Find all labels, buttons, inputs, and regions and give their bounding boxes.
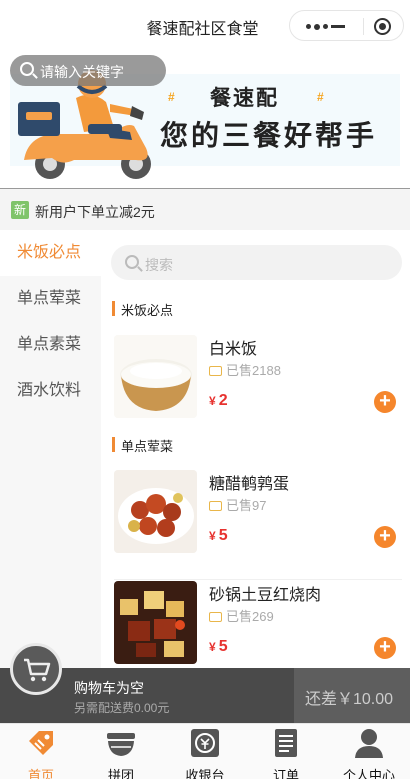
sidebar-item-rice[interactable]: 米饭必点 — [0, 230, 101, 276]
dish-price: ¥5 — [209, 527, 228, 544]
section-title: 单点荤菜 — [112, 436, 173, 455]
dish-photo-rice — [114, 335, 197, 418]
new-user-badge: 新 — [11, 201, 29, 219]
menu-search-input[interactable]: 搜索 — [111, 245, 402, 280]
dish-sold-count: 已售269 — [209, 606, 274, 625]
minimize-icon[interactable] — [331, 25, 345, 28]
promo-text: 新用户下单立减2元 — [35, 204, 155, 220]
add-to-cart-button[interactable]: + — [374, 526, 396, 548]
decor-hash-left: # — [168, 90, 175, 104]
dish-item[interactable]: 糖醋鹌鹑蛋 已售97 ¥5 + — [114, 462, 402, 560]
sidebar-item-vegetable[interactable]: 单点素菜 — [0, 322, 101, 368]
mini-program-capsule — [289, 10, 404, 41]
close-target-icon[interactable] — [374, 18, 391, 35]
tag-icon — [209, 366, 222, 376]
tag-icon — [209, 612, 222, 622]
minimum-order-diff: 还差￥10.00 — [305, 691, 394, 708]
dish-sold-count: 已售97 — [209, 495, 266, 514]
cart-button[interactable] — [10, 643, 62, 695]
capsule-divider — [363, 18, 364, 35]
dish-price: ¥2 — [209, 392, 228, 409]
top-nav-bar: 餐速配社区食堂 — [0, 0, 410, 50]
tab-group-buy[interactable]: 拼团 — [80, 724, 162, 779]
section-title: 米饭必点 — [112, 300, 173, 319]
delivery-fee-note: 另需配送费0.00元 — [74, 701, 170, 715]
order-list-icon — [275, 729, 297, 757]
cart-icon — [24, 658, 51, 682]
tag-icon — [209, 501, 222, 511]
dish-photo-braised-pork — [114, 581, 197, 664]
profile-icon — [355, 729, 383, 758]
dish-item[interactable]: 白米饭 已售2188 ¥2 + — [114, 327, 402, 425]
tab-label: 拼团 — [107, 768, 134, 779]
add-to-cart-button[interactable]: + — [374, 391, 396, 413]
cart-status: 购物车为空 — [74, 680, 144, 696]
banner[interactable]: 请输入关键字 # 餐速配 # 您的三餐好帮手 — [0, 50, 410, 188]
menu-list[interactable]: 搜索 米饭必点 白米饭 已售2188 ¥2 + 单点荤菜 糖醋鹌鹑蛋 已售97 … — [101, 230, 410, 670]
decor-hash-right: # — [317, 90, 324, 104]
dish-price: ¥5 — [209, 638, 228, 655]
dish-photo-quail-eggs — [114, 470, 197, 553]
dish-sold-count: 已售2188 — [209, 360, 281, 379]
tab-home[interactable]: 首页 — [0, 724, 82, 779]
tab-label: 个人中心 — [342, 768, 395, 779]
add-to-cart-button[interactable]: + — [374, 637, 396, 659]
dish-item[interactable]: 砂锅土豆红烧肉 已售269 ¥5 + — [114, 573, 402, 670]
banner-brand: 餐速配 — [210, 87, 279, 110]
sidebar-item-meat[interactable]: 单点荤菜 — [0, 276, 101, 322]
search-placeholder: 请输入关键字 — [40, 64, 124, 80]
tab-orders[interactable]: 订单 — [245, 724, 327, 779]
tab-profile[interactable]: 个人中心 — [328, 724, 410, 779]
tab-label: 订单 — [272, 768, 299, 779]
tab-label: 收银台 — [185, 768, 225, 779]
more-icon[interactable] — [306, 23, 328, 30]
dish-name: 砂锅土豆红烧肉 — [209, 587, 322, 604]
home-tag-icon — [29, 731, 53, 755]
dish-name: 糖醋鹌鹑蛋 — [209, 476, 290, 493]
search-icon — [125, 255, 139, 269]
bottom-tab-bar: 首页 拼团 收银台 订单 个人中心 — [0, 723, 410, 779]
search-icon — [20, 62, 34, 76]
menu-search-placeholder: 搜索 — [145, 257, 173, 273]
sidebar-item-drinks[interactable]: 酒水饮料 — [0, 368, 101, 414]
search-input[interactable]: 请输入关键字 — [10, 55, 166, 86]
tab-cashier[interactable]: 收银台 — [164, 724, 246, 779]
banner-slogan: 您的三餐好帮手 — [160, 120, 378, 151]
promo-strip: 新 新用户下单立减2元 — [0, 189, 410, 230]
cashier-icon — [191, 729, 219, 757]
tab-label: 首页 — [27, 768, 54, 779]
category-sidebar: 米饭必点 单点荤菜 单点素菜 酒水饮料 — [0, 230, 101, 670]
cart-bar[interactable]: 购物车为空 另需配送费0.00元 还差￥10.00 — [0, 668, 410, 723]
dish-name: 白米饭 — [209, 341, 258, 358]
group-bowl-icon — [107, 733, 135, 756]
